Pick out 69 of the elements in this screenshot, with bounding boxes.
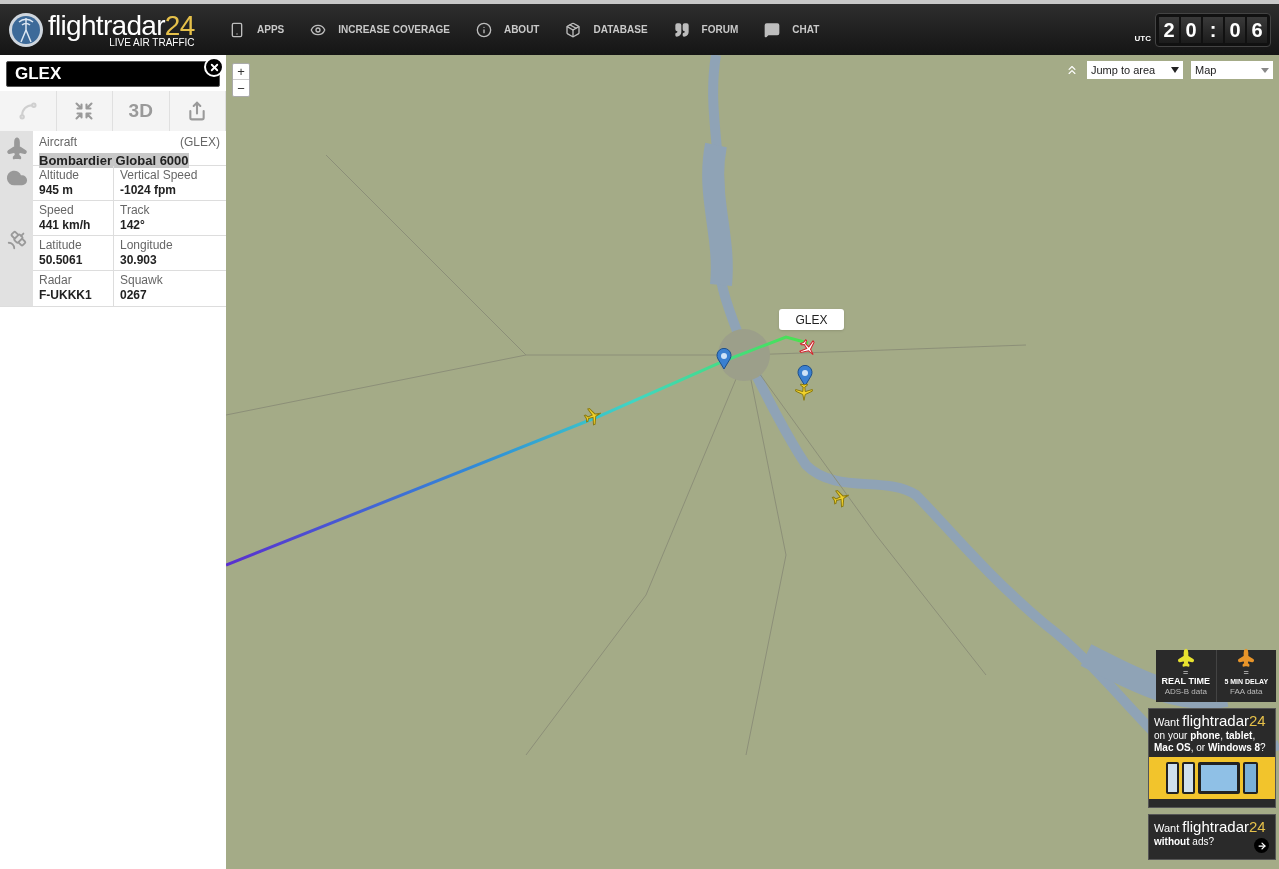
- collapse-icon: [74, 101, 95, 121]
- database-icon: [565, 21, 582, 38]
- field-value: 30.903: [120, 253, 158, 268]
- promo-brand: flightradar24: [1182, 713, 1266, 729]
- field-label: Radar: [39, 273, 73, 288]
- clock-digit: 0: [1225, 16, 1245, 43]
- map-type-select[interactable]: Map: [1191, 61, 1273, 79]
- promo-banner[interactable]: Want flightradar24 without ads?: [1148, 814, 1276, 860]
- legend-subtitle: ADS-B data: [1164, 687, 1207, 697]
- field-label: Squawk: [120, 273, 164, 288]
- timezone-label: UTC: [1134, 32, 1151, 45]
- equals-sign: =: [1183, 668, 1189, 676]
- field-value: 945 m: [39, 183, 75, 198]
- about-icon: [475, 21, 492, 38]
- dropdown-icon: [1171, 67, 1179, 73]
- aircraft-code: (GLEX): [180, 134, 220, 151]
- nav-link[interactable]: APPS: [229, 21, 285, 38]
- apps-icon: [229, 21, 245, 38]
- field-label: Vertical Speed: [120, 168, 199, 183]
- nav-link[interactable]: ABOUT: [475, 21, 540, 38]
- share-icon: [187, 101, 208, 121]
- route-icon: [17, 101, 38, 121]
- jump-to-area-select[interactable]: Jump to area: [1087, 61, 1183, 79]
- nav-link[interactable]: CHAT: [764, 21, 820, 38]
- flight-label[interactable]: GLEX: [779, 309, 844, 330]
- arrow-icon: [1256, 840, 1267, 851]
- field-value: F-UKKK1: [39, 288, 93, 303]
- aircraft-icon[interactable]: [794, 382, 814, 402]
- promo-lead: Want: [1154, 821, 1180, 836]
- field-label: Aircraft: [39, 134, 77, 151]
- equals-sign: =: [1243, 668, 1249, 676]
- promo-lead: Want: [1154, 715, 1180, 730]
- field-value: 142°: [120, 218, 146, 233]
- field-label: Speed: [39, 203, 75, 218]
- radar-logo-icon: [8, 11, 44, 48]
- field-value: -1024 fpm: [120, 183, 178, 198]
- promo-banner[interactable]: Want flightradar24 on your phone, tablet, Mac OS, or Windows 8?: [1148, 708, 1276, 808]
- promo-text: on your phone, tablet, Mac OS, or Windows 8?: [1154, 730, 1267, 754]
- zoom-out-button[interactable]: −: [233, 80, 249, 96]
- aircraft-model: Bombardier Global 6000: [39, 153, 189, 168]
- map-pin-icon[interactable]: [716, 348, 732, 370]
- zoom-in-button[interactable]: +: [233, 64, 249, 80]
- legend-title: REAL TIME: [1161, 676, 1210, 687]
- flight-callsign: GLEX: [15, 63, 62, 86]
- promo-text: without ads?: [1154, 836, 1215, 848]
- field-value: 50.5061: [39, 253, 84, 268]
- forum-icon: [673, 21, 690, 38]
- field-label: Latitude: [39, 238, 83, 253]
- dropdown-icon: [1261, 67, 1269, 73]
- chat-icon: [764, 21, 781, 38]
- close-button[interactable]: [204, 57, 224, 77]
- field-label: Longitude: [120, 238, 174, 253]
- clock-digit: 2: [1159, 16, 1179, 43]
- nav-link[interactable]: INCREASE COVERAGE: [310, 21, 450, 38]
- legend-subtitle: FAA data: [1230, 687, 1263, 697]
- close-icon: [208, 61, 220, 73]
- clock-digit: 6: [1247, 16, 1267, 43]
- map-pin-icon[interactable]: [797, 365, 813, 387]
- arrow-button[interactable]: [1254, 838, 1269, 853]
- collapse-icon[interactable]: [1065, 63, 1079, 77]
- field-label: Altitude: [39, 168, 81, 183]
- clock-digit: 0: [1181, 16, 1201, 43]
- field-value: 441 km/h: [39, 218, 92, 233]
- promo-brand: flightradar24: [1182, 819, 1266, 835]
- nav-link[interactable]: DATABASE: [565, 21, 648, 38]
- clock-digit: :: [1203, 16, 1223, 43]
- field-label: Track: [120, 203, 151, 218]
- field-value: 0267: [120, 288, 148, 303]
- nav-link[interactable]: FORUM: [673, 21, 739, 38]
